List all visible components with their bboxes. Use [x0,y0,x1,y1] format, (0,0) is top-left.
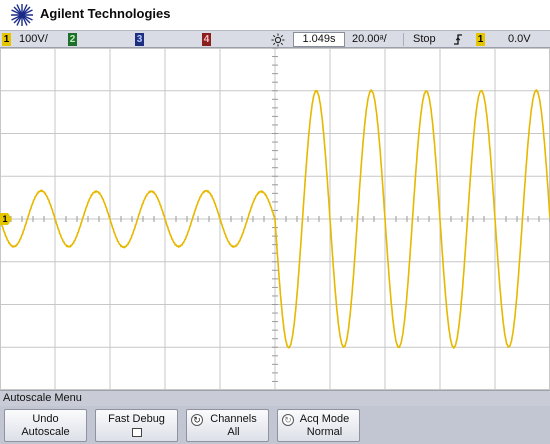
softkey-bar: Undo Autoscale Fast Debug ↻ Channels All… [0,406,550,444]
rising-edge-icon [454,34,462,45]
softkey-value: Autoscale [21,426,70,438]
channel-2-badge[interactable]: 2 [68,33,77,46]
softkey-value: All [227,426,240,438]
oscilloscope-screen: Agilent Technologies 1 100V/ 2 3 4 1.049… [0,0,550,444]
softkey-value: Normal [306,426,343,438]
run-state-label: Stop [413,33,436,45]
trigger-source-badge: 1 [476,33,485,46]
channel-3-badge[interactable]: 3 [135,33,144,46]
softkey-label: Fast Debug [108,413,165,425]
menu-title: Autoscale Menu [0,390,550,406]
status-divider [403,33,404,46]
waveform-display: 1 [0,48,550,390]
undo-autoscale-button[interactable]: Undo Autoscale [4,409,87,442]
sun-icon [271,33,285,47]
rotary-knob-icon: ↻ [191,414,203,426]
svg-text:1: 1 [2,214,7,224]
channel-1-badge[interactable]: 1 [2,33,11,46]
channel-1-scale: 100V/ [19,33,48,45]
softkey-label: Undo [32,413,59,425]
trigger-level-readout: 0.0V [508,33,531,45]
brand-name: Agilent Technologies [40,6,171,21]
fast-debug-button[interactable]: Fast Debug [95,409,178,442]
status-bar: 1 100V/ 2 3 4 1.049s 20.00ᵃ/ Stop 1 0.0V [0,30,550,48]
checkbox-icon [131,428,142,437]
channels-button[interactable]: ↻ Channels All [186,409,269,442]
time-delay-readout: 1.049s [293,32,345,47]
rotary-knob-icon: ↻ [282,414,294,426]
agilent-spark-icon [11,4,33,26]
brand-header: Agilent Technologies [0,0,550,30]
channel-4-badge[interactable]: 4 [202,33,211,46]
time-scale-readout: 20.00ᵃ/ [352,33,387,45]
acq-mode-button[interactable]: ↻ Acq Mode Normal [277,409,360,442]
